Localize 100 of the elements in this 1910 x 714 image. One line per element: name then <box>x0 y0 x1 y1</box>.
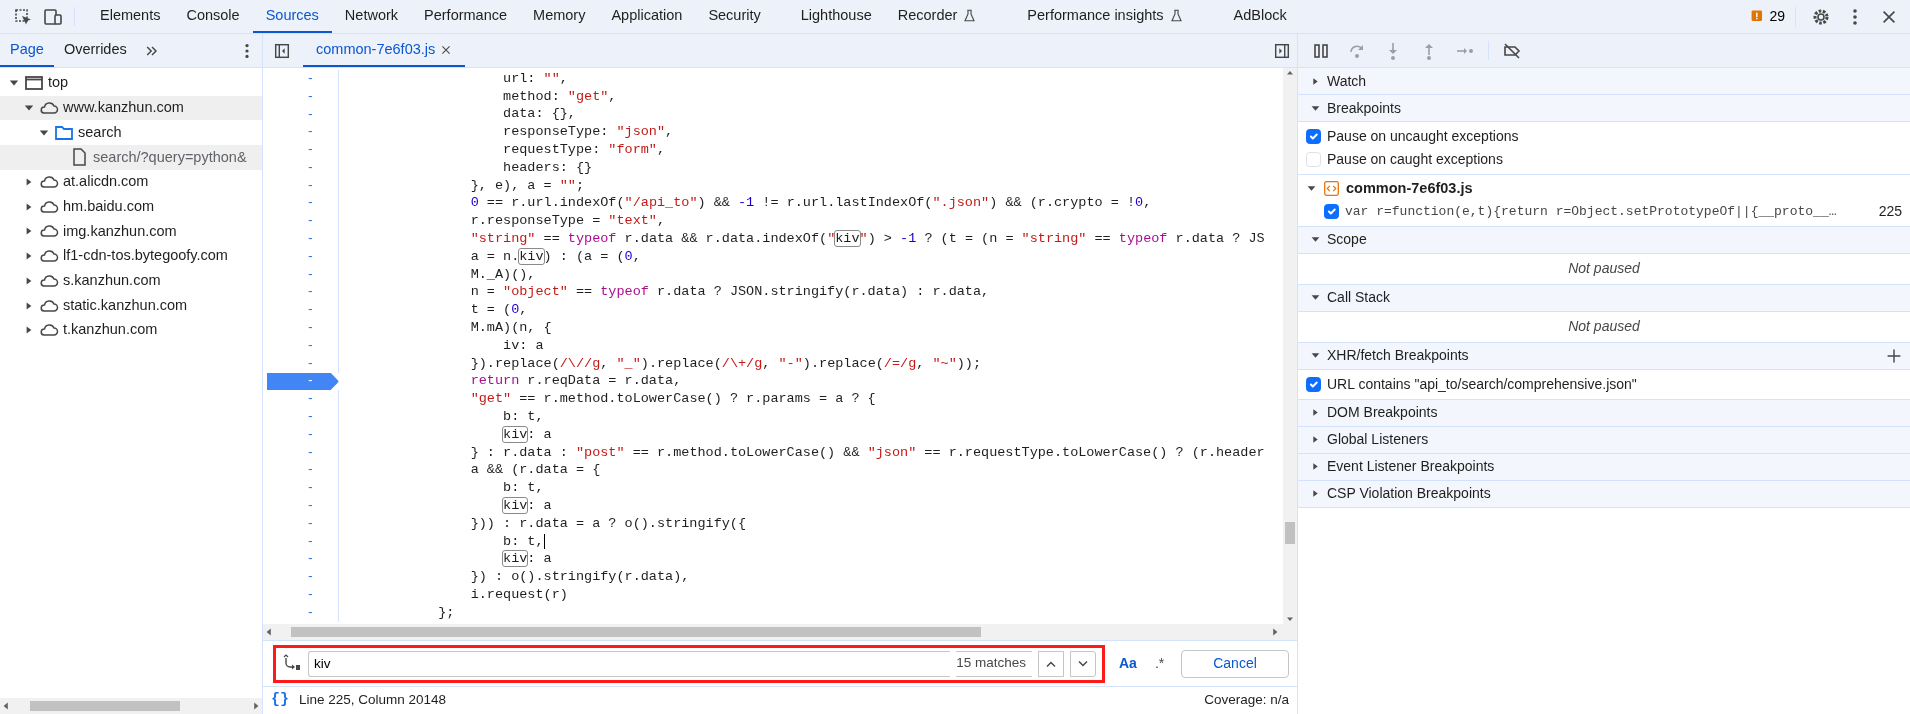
match-case-toggle[interactable]: Aa <box>1115 653 1141 674</box>
line-gutter[interactable]: - <box>267 70 339 88</box>
tree-item[interactable]: img.kanzhun.com <box>0 219 262 244</box>
line-gutter[interactable]: - <box>267 568 339 587</box>
tree-item[interactable]: t.kanzhun.com <box>0 317 262 343</box>
scrollbar[interactable] <box>263 624 1297 640</box>
line-gutter[interactable]: - <box>267 247 339 266</box>
line-gutter[interactable]: - <box>267 550 339 569</box>
expand-arrow-icon[interactable] <box>1310 407 1321 419</box>
regex-toggle[interactable]: .* <box>1150 653 1169 674</box>
code-line: } : r.data : "post" == r.method.toLowerCase() && "json" == r.requestType.toLowerCase() ? (r.header <box>469 443 1265 462</box>
line-gutter[interactable]: - <box>267 159 339 177</box>
breakpoint-marker[interactable]: - <box>267 372 339 391</box>
scrollbar-thumb[interactable] <box>1285 522 1295 544</box>
panel-tab[interactable]: Console <box>173 0 253 33</box>
scrollbar[interactable] <box>1283 68 1297 624</box>
panel-tab[interactable]: Lighthouse <box>787 0 885 33</box>
line-gutter[interactable]: - <box>267 514 339 533</box>
navigator-tab[interactable]: Overrides <box>53 34 137 67</box>
close-icon[interactable] <box>440 43 453 56</box>
panel-tab[interactable]: Network <box>331 0 412 33</box>
panel-tab[interactable]: AdBlock <box>1220 0 1300 33</box>
code-line: kiv: a <box>502 496 552 515</box>
line-gutter[interactable]: - <box>267 354 339 373</box>
line-gutter[interactable]: - <box>267 123 339 142</box>
section-header[interactable]: Scope <box>1327 229 1367 251</box>
tree-item[interactable]: lf1-cdn-tos.bytegoofy.com <box>0 243 262 269</box>
add-icon[interactable] <box>1886 347 1902 364</box>
panel-tab[interactable]: Security <box>695 0 774 33</box>
code-line: 0 == r.url.indexOf("/api_to") && -1 != r.url.lastIndexOf(".json") && (r.crypto = !0, <box>469 194 1152 213</box>
line-gutter[interactable]: - <box>267 336 339 355</box>
line-gutter[interactable]: - <box>267 194 339 213</box>
expand-arrow-icon[interactable] <box>1310 488 1321 500</box>
file-tab[interactable]: common-7e6f03.js <box>303 34 466 67</box>
line-gutter[interactable]: - <box>267 461 339 480</box>
breakpoint-code: var r=function(e,t){return r=Object.setPrototypeOf||{__proto__… <box>1345 202 1837 221</box>
line-gutter[interactable]: - <box>267 390 339 409</box>
section-header[interactable]: Global Listeners <box>1327 429 1429 451</box>
panel-tab[interactable]: Performance insights <box>1014 0 1197 33</box>
tree-item[interactable]: top <box>0 71 262 96</box>
line-gutter[interactable]: - <box>267 319 339 337</box>
line-gutter[interactable]: - <box>267 443 339 462</box>
line-gutter[interactable]: - <box>267 176 339 195</box>
code-line: }; <box>437 603 455 622</box>
toggle-debugger-icon[interactable] <box>1273 41 1291 60</box>
section-header[interactable]: Watch <box>1327 70 1367 92</box>
panel-tab[interactable]: Elements <box>87 0 174 33</box>
line-gutter[interactable]: - <box>267 265 339 284</box>
cancel-button[interactable]: Cancel <box>1181 649 1289 678</box>
checkbox[interactable] <box>1306 376 1321 392</box>
line-gutter[interactable]: - <box>267 283 339 302</box>
line-gutter[interactable]: - <box>267 105 339 124</box>
tree-item[interactable]: search <box>0 120 262 146</box>
toggle-navigator-icon[interactable] <box>273 41 291 60</box>
code-line: kiv: a <box>502 550 552 569</box>
line-gutter[interactable]: - <box>267 532 339 551</box>
tree-item[interactable]: search/?query=python& <box>0 145 262 170</box>
section-header[interactable]: DOM Breakpoints <box>1327 402 1438 424</box>
panel-tab[interactable]: Recorder <box>884 0 991 33</box>
navigator-tab[interactable]: Page <box>0 34 54 67</box>
line-gutter[interactable]: - <box>267 301 339 320</box>
line-gutter[interactable]: - <box>267 479 339 498</box>
format-button[interactable]: {} <box>271 689 289 712</box>
expand-arrow-icon[interactable] <box>1310 75 1321 87</box>
line-gutter[interactable]: - <box>267 87 339 106</box>
line-gutter[interactable]: - <box>267 425 339 444</box>
code-line: "string" == typeof r.data && r.data.indexOf("kiv") > -1 ? (t = (n = "string" == typeof r.data ? JS <box>469 229 1265 248</box>
tree-item[interactable]: s.kanzhun.com <box>0 268 262 294</box>
line-gutter[interactable]: - <box>267 230 339 248</box>
panel-tab[interactable]: Performance <box>411 0 521 33</box>
line-gutter[interactable]: - <box>267 212 339 231</box>
device-toolbar-icon[interactable] <box>43 6 63 27</box>
scrollbar[interactable] <box>0 698 262 714</box>
tree-item[interactable]: at.alicdn.com <box>0 169 262 195</box>
tree-item[interactable]: hm.baidu.com <box>0 194 262 220</box>
code-line: M._A)(), <box>469 265 536 284</box>
section-header[interactable]: Breakpoints <box>1327 97 1401 119</box>
checkbox[interactable] <box>1306 129 1321 144</box>
panel-tab[interactable]: Memory <box>520 0 599 33</box>
checkbox[interactable] <box>1324 203 1339 219</box>
section-header[interactable]: XHR/fetch Breakpoints <box>1327 345 1469 367</box>
expand-arrow-icon[interactable] <box>1310 434 1321 446</box>
panel-tab[interactable]: Application <box>598 0 696 33</box>
line-gutter[interactable]: - <box>267 497 339 515</box>
tree-item[interactable]: www.kanzhun.com <box>0 95 262 121</box>
expand-arrow-icon[interactable] <box>1310 461 1321 473</box>
search-field[interactable]: kiv <box>308 650 951 677</box>
section-header[interactable]: Call Stack <box>1327 287 1391 309</box>
match-count: 15 matches <box>956 650 1032 677</box>
previous-match-button[interactable] <box>1038 650 1064 677</box>
line-gutter[interactable]: - <box>267 408 339 426</box>
line-gutter[interactable]: - <box>267 603 339 622</box>
tree-item[interactable]: static.kanzhun.com <box>0 293 262 318</box>
next-match-button[interactable] <box>1070 650 1096 677</box>
code-line: b: t, <box>502 407 544 426</box>
line-gutter[interactable]: - <box>267 586 339 604</box>
issues-button[interactable]: 29 <box>1750 6 1785 27</box>
breakpoint-off-icon[interactable] <box>1502 40 1522 61</box>
code-line: a && (r.data = { <box>469 461 601 480</box>
line-gutter[interactable]: - <box>267 141 339 159</box>
